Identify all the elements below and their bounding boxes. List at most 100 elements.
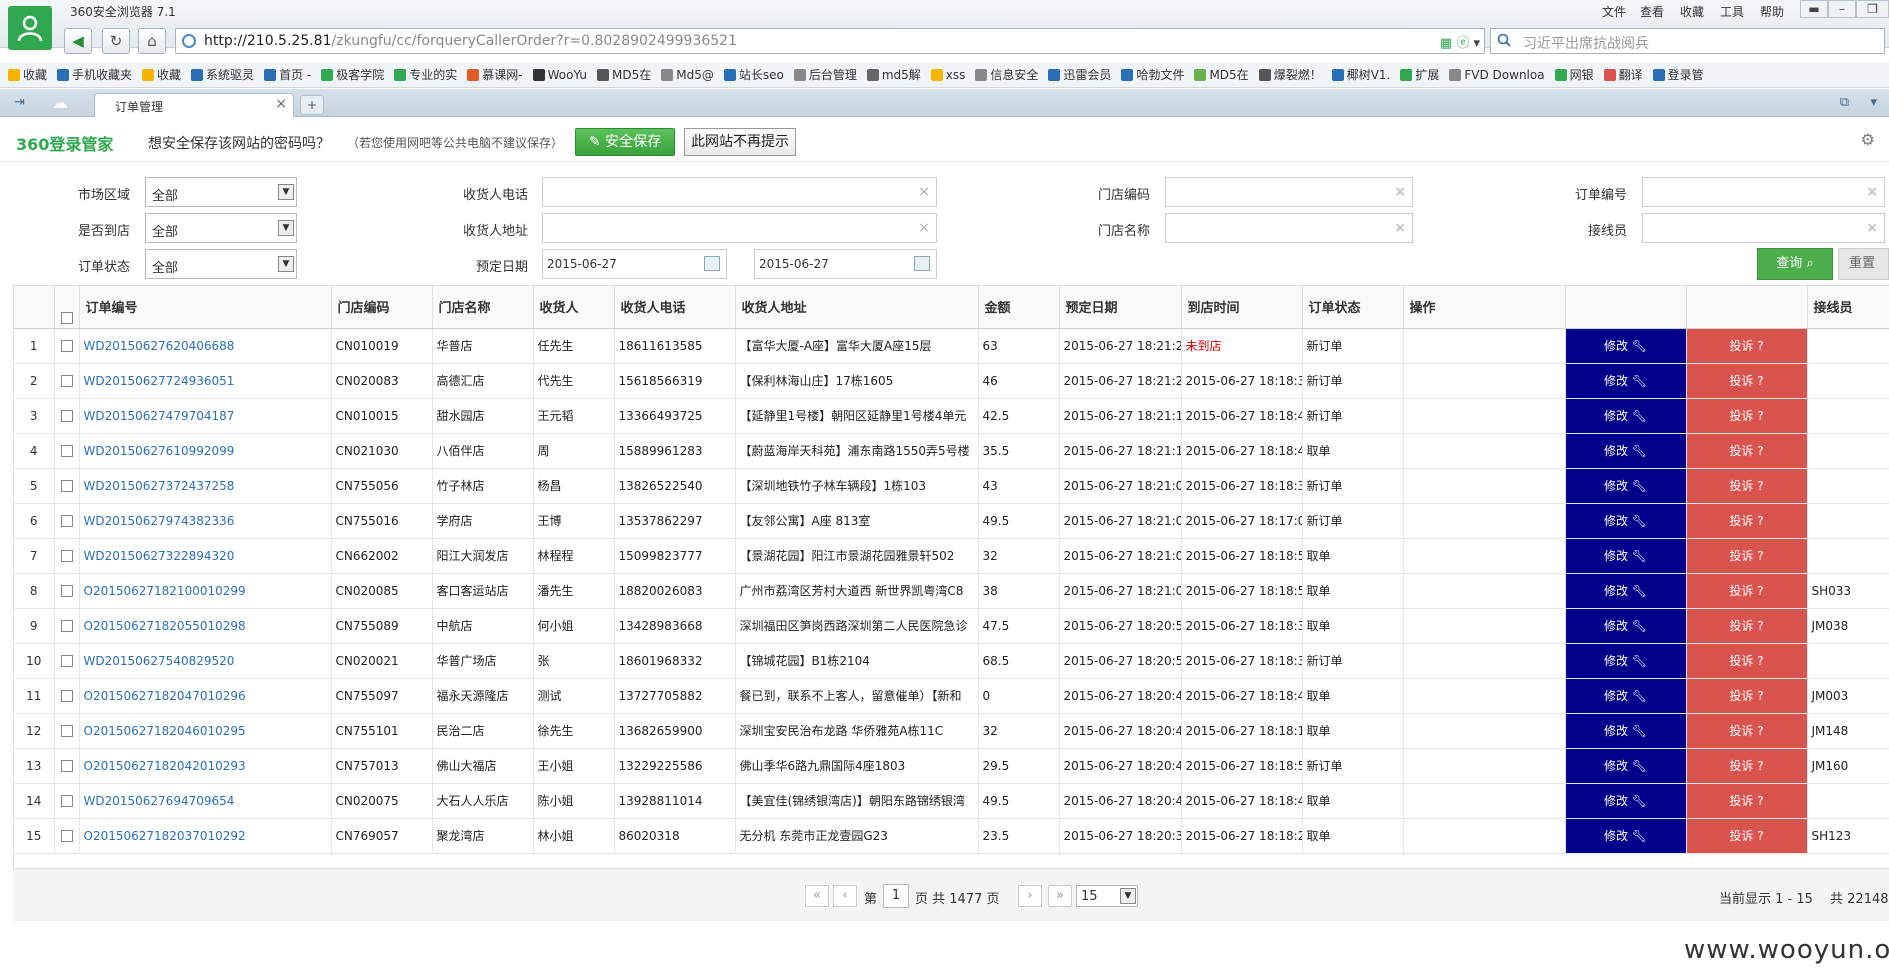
edit-cell[interactable]: 修改 🔧︎ [1565, 783, 1687, 819]
order-link[interactable]: O20150627182042010293 [84, 759, 246, 773]
sidebar-toggle-icon[interactable]: ⇥ [14, 95, 25, 110]
complain-button[interactable]: 投诉 ? [1729, 582, 1763, 599]
first-page-button[interactable]: « [805, 885, 829, 907]
order-link[interactable]: O20150627182046010295 [84, 724, 246, 738]
complain-cell[interactable]: 投诉 ? [1686, 468, 1808, 504]
clear-icon[interactable]: × [1394, 184, 1406, 200]
col-booking-date[interactable]: 预定日期 [1059, 286, 1182, 329]
row-select[interactable] [54, 783, 80, 819]
col-arrival-time[interactable]: 到店时间 [1181, 286, 1303, 329]
bookmark-item[interactable]: 爆裂燃！ [1258, 66, 1322, 83]
edit-cell[interactable]: 修改 🔧︎ [1565, 328, 1687, 364]
edit-button[interactable]: 修改 🔧︎ [1604, 617, 1647, 634]
back-button[interactable]: ◀ [64, 28, 92, 54]
safe-save-button[interactable]: ✎ 安全保存 [575, 128, 675, 156]
bookmark-item[interactable]: 网银 [1554, 66, 1594, 83]
address-bar[interactable]: http://210.5.25.81/zkungfu/cc/forqueryCa… [175, 28, 1485, 54]
bookmark-item[interactable]: WooYu [532, 68, 587, 82]
edit-cell[interactable]: 修改 🔧︎ [1565, 748, 1687, 784]
chevron-down-icon[interactable]: ▼ [278, 220, 294, 236]
complain-button[interactable]: 投诉 ? [1729, 827, 1763, 844]
edit-button[interactable]: 修改 🔧︎ [1604, 792, 1647, 809]
restore-tab-icon[interactable]: ⧉ [1840, 95, 1849, 110]
row-select[interactable] [54, 608, 80, 644]
row-checkbox[interactable] [60, 515, 73, 527]
order-link[interactable]: O20150627182055010298 [84, 619, 246, 633]
complain-cell[interactable]: 投诉 ? [1686, 678, 1808, 714]
clear-icon[interactable]: × [1394, 220, 1406, 236]
table-row[interactable]: 6 WD20150627974382336 CN755016 学府店 王博 1353786… [14, 503, 1889, 539]
row-checkbox[interactable] [60, 725, 73, 737]
row-checkbox[interactable] [60, 410, 73, 422]
edit-button[interactable]: 修改 🔧︎ [1604, 652, 1647, 669]
edit-cell[interactable]: 修改 🔧︎ [1565, 818, 1687, 854]
edit-cell[interactable]: 修改 🔧︎ [1565, 538, 1687, 574]
order-link[interactable]: WD20150627724936051 [84, 374, 235, 388]
row-select[interactable] [54, 433, 80, 469]
order-link[interactable]: WD20150627322894320 [84, 549, 235, 563]
edit-cell[interactable]: 修改 🔧︎ [1565, 608, 1687, 644]
col-address[interactable]: 收货人地址 [735, 286, 979, 329]
complain-cell[interactable]: 投诉 ? [1686, 328, 1808, 364]
edit-button[interactable]: 修改 🔧︎ [1604, 337, 1647, 354]
bookmark-item[interactable]: 扩展 [1400, 66, 1439, 83]
edit-button[interactable]: 修改 🔧︎ [1604, 722, 1647, 739]
edit-cell[interactable]: 修改 🔧︎ [1565, 433, 1687, 469]
calendar-icon[interactable] [914, 256, 930, 271]
maximize-icon[interactable]: ❐ [1856, 0, 1889, 18]
complain-button[interactable]: 投诉 ? [1729, 337, 1763, 354]
bookmark-item[interactable]: 手机收藏夹 [57, 66, 132, 83]
col-receiver[interactable]: 收货人 [533, 286, 615, 329]
tab-order-management[interactable]: 订单管理 × [94, 93, 294, 117]
bookmark-item[interactable]: 站长seo [723, 66, 784, 83]
minimize-icon[interactable]: – [1828, 0, 1856, 18]
address-url[interactable]: http://210.5.25.81/zkungfu/cc/forqueryCa… [204, 33, 737, 49]
edit-button[interactable]: 修改 🔧︎ [1604, 547, 1647, 564]
store-code-input[interactable]: × [1165, 177, 1413, 207]
row-checkbox[interactable] [60, 830, 73, 842]
bookmark-item[interactable]: MD5在 [1194, 66, 1249, 83]
menu-favorites[interactable]: 收藏 [1680, 3, 1704, 20]
complain-cell[interactable]: 投诉 ? [1686, 363, 1808, 399]
row-select[interactable] [54, 818, 80, 854]
market-select[interactable]: 全部 ▼ [145, 177, 297, 207]
complain-cell[interactable]: 投诉 ? [1686, 818, 1808, 854]
order-no-input[interactable]: × [1642, 177, 1885, 207]
search-box[interactable]: 习近平出席抗战阅兵 [1490, 28, 1885, 54]
order-link[interactable]: WD20150627372437258 [84, 479, 235, 493]
row-select[interactable] [54, 678, 80, 714]
complain-button[interactable]: 投诉 ? [1729, 372, 1763, 389]
operator-input[interactable]: × [1642, 213, 1885, 243]
address-actions[interactable]: ▦ ⓔ ▾ [1440, 32, 1480, 51]
row-checkbox[interactable] [60, 795, 73, 807]
menu-view[interactable]: 查看 [1640, 3, 1664, 20]
table-row[interactable]: 15 O20150627182037010292 CN769057 聚龙湾店 林小姐 86… [14, 818, 1889, 854]
bookmark-item[interactable]: 系统驱灵 [191, 66, 254, 83]
table-row[interactable]: 12 O20150627182046010295 CN755101 民治二店 徐先生 13… [14, 713, 1889, 749]
clear-icon[interactable]: × [918, 184, 930, 200]
col-amount[interactable]: 金额 [978, 286, 1060, 329]
row-checkbox[interactable] [60, 760, 73, 772]
edit-cell[interactable]: 修改 🔧︎ [1565, 643, 1687, 679]
complain-button[interactable]: 投诉 ? [1729, 477, 1763, 494]
query-button[interactable]: 查询 ⌕ [1757, 248, 1833, 280]
table-row[interactable]: 7 WD20150627322894320 CN662002 阳江大润发店 林程程 150… [14, 538, 1889, 574]
bookmark-item[interactable]: 极客学院 [321, 66, 384, 83]
complain-button[interactable]: 投诉 ? [1729, 652, 1763, 669]
clear-icon[interactable]: × [1866, 184, 1878, 200]
table-row[interactable]: 10 WD20150627540829520 CN020021 华普广场店张 18601… [14, 643, 1889, 679]
last-page-button[interactable]: » [1048, 885, 1072, 907]
reset-button[interactable]: 重置 [1838, 248, 1889, 280]
order-link[interactable]: WD20150627610992099 [84, 444, 235, 458]
complain-button[interactable]: 投诉 ? [1729, 547, 1763, 564]
row-select[interactable] [54, 328, 80, 364]
bookmark-item[interactable]: 椰树V1. [1331, 66, 1390, 83]
edit-button[interactable]: 修改 🔧︎ [1604, 757, 1647, 774]
edit-cell[interactable]: 修改 🔧︎ [1565, 363, 1687, 399]
date-to-input[interactable]: 2015-06-27 [754, 249, 937, 279]
row-select[interactable] [54, 713, 80, 749]
edit-button[interactable]: 修改 🔧︎ [1604, 512, 1647, 529]
col-operator[interactable]: 接线员 [1807, 286, 1889, 329]
table-row[interactable]: 3 WD20150627479704187 CN010015 甜水园店 王元韬 13366… [14, 398, 1889, 434]
menu-help[interactable]: 帮助 [1760, 3, 1784, 20]
